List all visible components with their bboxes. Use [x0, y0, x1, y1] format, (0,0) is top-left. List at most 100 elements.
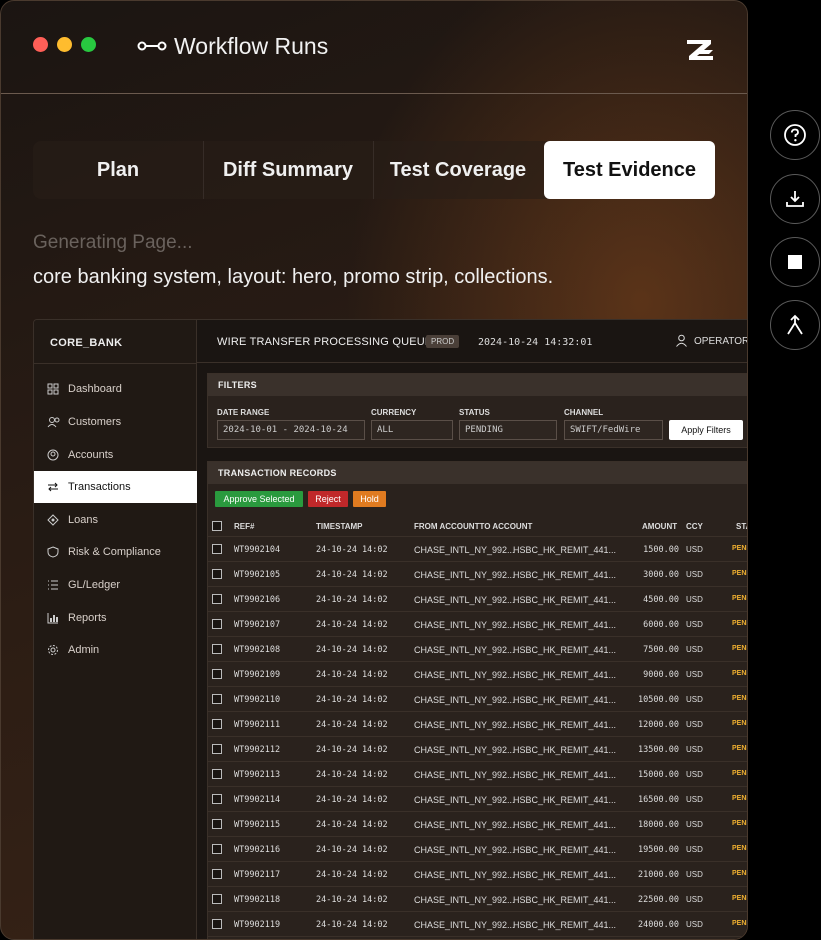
sidebar-item-reports[interactable]: Reports — [34, 602, 197, 634]
to-account-cell: HSBC_HK_REMIT_441... — [513, 645, 617, 655]
ref-cell: WT9902107 — [234, 620, 281, 630]
ref-cell: WT9902111 — [234, 720, 281, 730]
sidebar-item-dashboard[interactable]: Dashboard — [34, 373, 197, 405]
row-checkbox[interactable] — [212, 869, 222, 879]
approve-selected-button[interactable]: Approve Selected — [215, 491, 303, 507]
from-account-cell: CHASE_INTL_NY_992... — [414, 570, 515, 580]
row-checkbox[interactable] — [212, 744, 222, 754]
minimize-window-button[interactable] — [57, 37, 72, 52]
row-checkbox[interactable] — [212, 819, 222, 829]
records-title: TRANSACTION RECORDS — [208, 462, 747, 484]
amount-cell: 7500.00 — [643, 645, 679, 655]
to-account-cell: HSBC_HK_REMIT_441... — [513, 820, 617, 830]
row-checkbox[interactable] — [212, 794, 222, 804]
to-account-cell: HSBC_HK_REMIT_441... — [513, 795, 617, 805]
ref-cell: WT9902119 — [234, 920, 281, 930]
table-row[interactable]: WT9902119 24-10-24 14:02 CHASE_INTL_NY_992… — [207, 912, 747, 937]
channel-select[interactable]: SWIFT/FedWire — [564, 420, 663, 440]
maximize-window-button[interactable] — [81, 37, 96, 52]
help-button[interactable] — [770, 110, 820, 160]
from-account-cell: CHASE_INTL_NY_992... — [414, 870, 515, 880]
timestamp-cell: 24-10-24 14:02 — [316, 920, 388, 930]
amount-cell: 3000.00 — [643, 570, 679, 580]
sidebar-item-risk-compliance[interactable]: Risk & Compliance — [34, 536, 197, 568]
ccy-cell: USD — [686, 745, 703, 754]
table-row[interactable]: WT9902113 24-10-24 14:02 CHASE_INTL_NY_992… — [207, 762, 747, 787]
row-checkbox[interactable] — [212, 719, 222, 729]
hold-button[interactable]: Hold — [353, 491, 386, 507]
date-range-input[interactable]: 2024-10-01 - 2024-10-24 — [217, 420, 365, 440]
reject-button[interactable]: Reject — [308, 491, 348, 507]
apply-filters-button[interactable]: Apply Filters — [669, 420, 743, 440]
to-account-cell: HSBC_HK_REMIT_441... — [513, 870, 617, 880]
tab-bar: Plan Diff Summary Test Coverage Test Evi… — [33, 141, 715, 199]
table-row[interactable]: WT9902111 24-10-24 14:02 CHASE_INTL_NY_992… — [207, 712, 747, 737]
to-account-cell: HSBC_HK_REMIT_441... — [513, 770, 617, 780]
from-account-cell: CHASE_INTL_NY_992... — [414, 920, 515, 930]
sidebar-item-accounts[interactable]: Accounts — [34, 439, 197, 471]
ccy-cell: USD — [686, 670, 703, 679]
ref-cell: WT9902109 — [234, 670, 281, 680]
workflow-window: Workflow Runs Plan Diff Summary Test Cov… — [0, 0, 748, 940]
row-checkbox[interactable] — [212, 619, 222, 629]
table-row[interactable]: WT9902109 24-10-24 14:02 CHASE_INTL_NY_992… — [207, 662, 747, 687]
table-row[interactable]: WT9902110 24-10-24 14:02 CHASE_INTL_NY_992… — [207, 687, 747, 712]
from-account-cell: CHASE_INTL_NY_992... — [414, 820, 515, 830]
row-checkbox[interactable] — [212, 919, 222, 929]
row-checkbox[interactable] — [212, 769, 222, 779]
app-sidebar: CORE_BANK Dashboard Customers Accounts T… — [34, 320, 197, 939]
table-row[interactable]: WT9902104 24-10-24 14:02 CHASE_INTL_NY_992… — [207, 537, 747, 562]
table-row[interactable]: WT9902114 24-10-24 14:02 CHASE_INTL_NY_992… — [207, 787, 747, 812]
select-all-checkbox[interactable] — [212, 521, 222, 531]
close-window-button[interactable] — [33, 37, 48, 52]
sidebar-item-customers[interactable]: Customers — [34, 406, 197, 438]
timestamp-cell: 24-10-24 14:02 — [316, 870, 388, 880]
status-badge: PENI — [732, 895, 748, 902]
ref-cell: WT9902114 — [234, 795, 281, 805]
timestamp-cell: 24-10-24 14:02 — [316, 620, 388, 630]
row-checkbox[interactable] — [212, 669, 222, 679]
table-row[interactable]: WT9902117 24-10-24 14:02 CHASE_INTL_NY_992… — [207, 862, 747, 887]
table-row[interactable]: WT9902118 24-10-24 14:02 CHASE_INTL_NY_992… — [207, 887, 748, 912]
to-account-cell: HSBC_HK_REMIT_441... — [513, 720, 617, 730]
table-row[interactable]: WT9902107 24-10-24 14:02 CHASE_INTL_NY_992… — [207, 612, 747, 637]
tab-diff-summary[interactable]: Diff Summary — [203, 141, 373, 199]
row-checkbox[interactable] — [212, 569, 222, 579]
table-row[interactable]: WT9902112 24-10-24 14:02 CHASE_INTL_NY_992… — [207, 737, 747, 762]
table-row[interactable]: WT9902108 24-10-24 14:02 CHASE_INTL_NY_992… — [207, 637, 747, 662]
from-account-cell: CHASE_INTL_NY_992... — [414, 745, 515, 755]
timestamp-cell: 24-10-24 14:02 — [316, 695, 388, 705]
title-bar: Workflow Runs — [1, 1, 747, 94]
ccy-cell: USD — [686, 595, 703, 604]
row-checkbox[interactable] — [212, 844, 222, 854]
table-row[interactable]: WT9902106 24-10-24 14:02 CHASE_INTL_NY_992… — [207, 587, 747, 612]
merge-button[interactable] — [770, 300, 820, 350]
row-checkbox[interactable] — [212, 894, 222, 904]
table-row[interactable]: WT9902105 24-10-24 14:02 CHASE_INTL_NY_992… — [207, 562, 747, 587]
status-select[interactable]: PENDING — [459, 420, 557, 440]
tab-test-evidence[interactable]: Test Evidence — [544, 141, 715, 199]
row-checkbox[interactable] — [212, 644, 222, 654]
download-button[interactable] — [770, 174, 820, 224]
sidebar-item-admin[interactable]: Admin — [34, 634, 197, 666]
col-timestamp: TIMESTAMP — [316, 522, 363, 531]
row-checkbox[interactable] — [212, 694, 222, 704]
sidebar-item-transactions[interactable]: Transactions — [34, 471, 197, 503]
sidebar-item-loans[interactable]: Loans — [34, 504, 197, 536]
tab-test-coverage[interactable]: Test Coverage — [373, 141, 543, 199]
sidebar-item-gl-ledger[interactable]: GL/Ledger — [34, 569, 197, 601]
filters-title: FILTERS — [208, 374, 747, 396]
tab-plan[interactable]: Plan — [33, 141, 203, 199]
from-account-cell: CHASE_INTL_NY_992... — [414, 620, 515, 630]
row-checkbox[interactable] — [212, 544, 222, 554]
operator-name[interactable]: OPERATOR_ — [694, 336, 747, 347]
table-row[interactable]: WT9902116 24-10-24 14:02 CHASE_INTL_NY_992… — [207, 837, 748, 862]
currency-select[interactable]: ALL — [371, 420, 453, 440]
table-header: REF# TIMESTAMP FROM ACCOUNTTO ACCOUNT AM… — [207, 515, 747, 537]
stop-button[interactable] — [770, 237, 820, 287]
table-row[interactable]: WT9902115 24-10-24 14:02 CHASE_INTL_NY_992… — [207, 812, 747, 837]
ccy-cell: USD — [686, 770, 703, 779]
amount-cell: 18000.00 — [638, 820, 679, 830]
status-badge: PENI — [732, 845, 748, 852]
row-checkbox[interactable] — [212, 594, 222, 604]
